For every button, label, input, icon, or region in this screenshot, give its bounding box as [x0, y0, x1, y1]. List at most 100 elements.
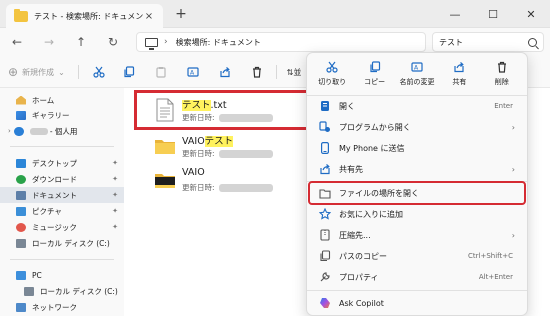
sidebar-item-music[interactable]: ミュージック ✦	[0, 219, 124, 235]
music-icon	[16, 222, 26, 232]
chevron-right-icon: ›	[511, 164, 515, 174]
share-icon[interactable]	[218, 65, 232, 79]
pin-icon: ✦	[112, 223, 118, 231]
toolbar-divider	[78, 65, 79, 79]
sidebar-divider	[10, 259, 114, 260]
new-tab-button[interactable]: +	[172, 5, 190, 23]
redacted-date	[218, 183, 273, 192]
rename-icon[interactable]: A	[186, 65, 200, 79]
search-icon[interactable]	[528, 37, 537, 47]
file-meta: 更新日時:	[182, 112, 273, 123]
menu-divider	[307, 290, 527, 291]
pin-icon: ✦	[112, 159, 118, 167]
copy-icon[interactable]	[122, 65, 136, 79]
sidebar-item-home[interactable]: ホーム	[0, 92, 124, 108]
open-with-icon	[319, 121, 331, 133]
sort-icon: ⇅	[286, 67, 294, 77]
cut-button[interactable]: 切り取り	[311, 57, 353, 93]
star-icon	[319, 208, 331, 220]
sidebar-divider	[10, 146, 114, 147]
chevron-down-icon: ⌄	[58, 67, 65, 77]
sidebar-item-pictures[interactable]: ピクチャ ✦	[0, 203, 124, 219]
menu-item-compress-to[interactable]: 圧縮先... ›	[311, 226, 523, 244]
context-menu: 切り取り コピー A 名前の変更 共有 削除 開く Enter プログラムから開…	[306, 52, 528, 316]
redacted-date	[218, 113, 273, 122]
refresh-button[interactable]: ↻	[102, 32, 124, 52]
onedrive-icon	[13, 126, 24, 136]
share-button[interactable]: 共有	[438, 57, 480, 93]
text-file-icon	[156, 98, 174, 122]
cut-icon	[325, 60, 339, 74]
drive-icon	[16, 238, 26, 248]
delete-icon[interactable]	[250, 65, 264, 79]
address-chevron-icon[interactable]: ›	[164, 37, 168, 47]
search-match: テスト	[182, 100, 211, 111]
drive-icon	[24, 286, 34, 296]
navigation-pane: ホーム ギャラリー › - 個人用 デスクトップ ✦ ダウンロード ✦ ドキュメ…	[0, 88, 124, 316]
menu-item-ask-copilot[interactable]: Ask Copilot	[311, 294, 523, 312]
sidebar-item-pc-local-disk[interactable]: ローカル ディスク (C:)	[0, 283, 124, 299]
maximize-button[interactable]: ☐	[474, 0, 512, 28]
folder-icon	[155, 140, 175, 154]
sidebar-item-network[interactable]: ネットワーク	[0, 299, 124, 315]
sidebar-item-documents[interactable]: ドキュメント ✦	[0, 187, 124, 203]
search-input[interactable]: テスト	[439, 37, 463, 48]
tab-title: テスト - 検索場所: ドキュメント	[34, 11, 143, 21]
delete-button[interactable]: 削除	[481, 57, 523, 93]
rename-button[interactable]: A 名前の変更	[396, 57, 438, 93]
sidebar-item-downloads[interactable]: ダウンロード ✦	[0, 171, 124, 187]
explorer-tab[interactable]: テスト - 検索場所: ドキュメント ×	[6, 4, 163, 28]
back-button[interactable]: ←	[6, 32, 28, 52]
pin-icon: ✦	[112, 175, 118, 183]
address-text: 検索場所: ドキュメント	[175, 37, 261, 47]
menu-item-send-to-phone[interactable]: My Phone に送信	[311, 139, 523, 157]
close-window-button[interactable]: ✕	[512, 0, 550, 28]
new-button-label: 新規作成	[22, 67, 55, 77]
file-meta: 更新日時:	[182, 182, 273, 193]
menu-item-open[interactable]: 開く Enter	[311, 97, 523, 115]
cut-icon[interactable]	[92, 65, 106, 79]
sidebar-item-desktop[interactable]: デスクトップ ✦	[0, 155, 124, 171]
download-icon	[16, 174, 26, 184]
pin-icon: ✦	[112, 191, 118, 199]
new-button[interactable]: ⊕ 新規作成 ⌄	[8, 64, 65, 80]
search-box[interactable]: テスト	[432, 32, 544, 52]
menu-item-add-to-favorites[interactable]: お気に入りに追加	[311, 205, 523, 223]
desktop-icon	[16, 158, 26, 168]
phone-icon	[319, 142, 331, 154]
copy-button[interactable]: コピー	[353, 57, 395, 93]
up-button[interactable]: ↑	[70, 32, 92, 52]
menu-divider	[307, 181, 527, 182]
menu-item-open-with[interactable]: プログラムから開く ›	[311, 118, 523, 136]
search-match: テスト	[204, 136, 234, 147]
menu-item-copy-path[interactable]: パスのコピー Ctrl+Shift+C	[311, 247, 523, 265]
tab-close-button[interactable]: ×	[143, 10, 155, 22]
redacted-date	[218, 149, 273, 158]
home-icon	[16, 95, 26, 105]
share-to-icon	[319, 163, 331, 175]
sidebar-item-onedrive[interactable]: › - 個人用	[0, 123, 124, 139]
gallery-icon	[16, 110, 26, 120]
file-name: VAIO	[182, 167, 205, 178]
share-icon	[452, 60, 466, 74]
chevron-right-icon[interactable]: ›	[8, 127, 11, 135]
sidebar-item-pc[interactable]: PC	[0, 267, 124, 283]
delete-icon	[495, 60, 509, 74]
menu-item-share-to[interactable]: 共有先 ›	[311, 160, 523, 178]
rename-icon: A	[410, 60, 424, 74]
sidebar-item-gallery[interactable]: ギャラリー	[0, 107, 124, 123]
forward-button[interactable]: →	[38, 32, 60, 52]
paste-icon[interactable]	[154, 65, 168, 79]
menu-item-open-file-location[interactable]: ファイルの場所を開く	[308, 181, 526, 205]
zip-icon	[319, 229, 331, 241]
open-icon	[319, 100, 331, 112]
address-bar[interactable]: › 検索場所: ドキュメント	[136, 32, 426, 52]
sort-button[interactable]: ⇅ 並	[284, 65, 304, 79]
menu-divider	[307, 95, 527, 96]
menu-item-properties[interactable]: プロパティ Alt+Enter	[311, 268, 523, 286]
sidebar-item-local-disk[interactable]: ローカル ディスク (C:)	[0, 235, 124, 251]
minimize-button[interactable]: —	[436, 0, 474, 28]
pin-icon: ✦	[112, 207, 118, 215]
title-bar: テスト - 検索場所: ドキュメント × + — ☐ ✕	[0, 0, 550, 28]
quick-actions-bar: 切り取り コピー A 名前の変更 共有 削除	[311, 57, 523, 93]
